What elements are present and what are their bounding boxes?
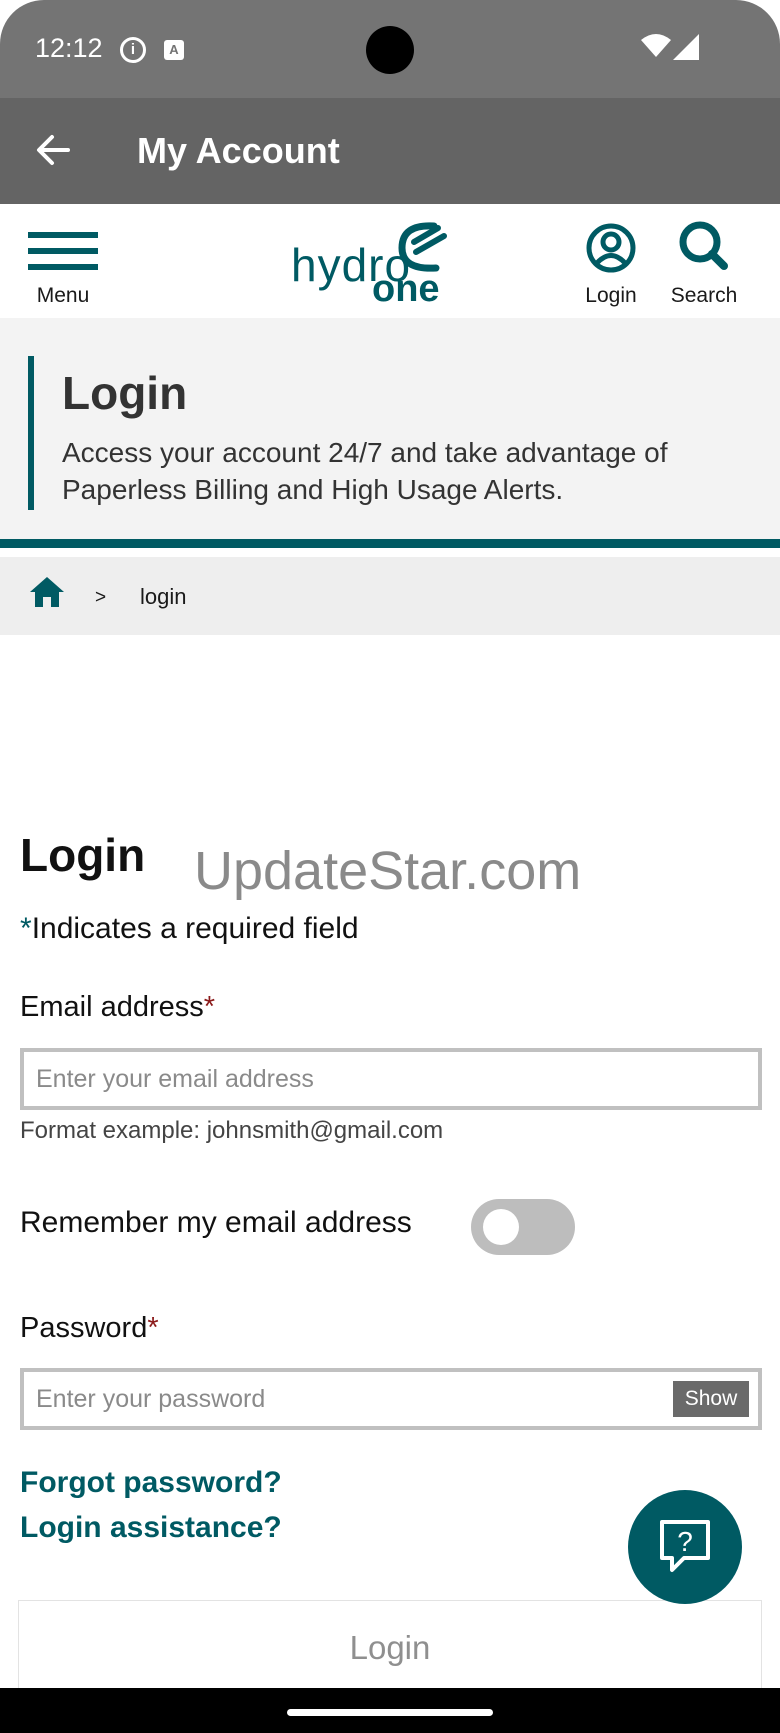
breadcrumb-current: login <box>140 584 187 609</box>
breadcrumb-separator: > <box>95 587 107 608</box>
email-required-asterisk: * <box>203 991 216 1023</box>
home-gesture-handle[interactable] <box>287 1709 493 1716</box>
breadcrumb: > login <box>0 557 780 635</box>
watermark: UpdateStar.com <box>194 841 582 901</box>
header-search-label: Search <box>670 284 738 307</box>
password-label: Password* <box>20 1312 159 1345</box>
logo-swoosh-icon <box>398 222 447 272</box>
signal-icon <box>673 34 699 60</box>
remember-email-toggle[interactable] <box>471 1199 575 1255</box>
email-label: Email address* <box>20 991 215 1024</box>
required-asterisk: * <box>20 912 32 945</box>
hero-description: Access your account 24/7 and take advant… <box>62 437 668 505</box>
header-login-label: Login <box>585 284 637 307</box>
password-input[interactable] <box>20 1368 762 1430</box>
required-note-text: Indicates a required field <box>31 912 359 945</box>
login-submit-button[interactable]: Login <box>18 1600 762 1700</box>
status-time: 12:12 <box>35 33 103 63</box>
back-arrow-icon[interactable] <box>34 132 70 168</box>
required-note: *Indicates a required field <box>20 912 359 946</box>
info-icon: i <box>120 37 146 63</box>
email-label-text: Email address <box>20 991 204 1023</box>
password-label-text: Password <box>20 1312 148 1344</box>
status-bar: 12:12 i A <box>0 0 780 98</box>
password-required-asterisk: * <box>147 1312 159 1344</box>
wifi-icon <box>641 34 671 57</box>
email-helper-text: Format example: johnsmith@gmail.com <box>20 1117 444 1144</box>
menu-button[interactable]: Menu <box>26 226 100 314</box>
header-search-button[interactable]: Search <box>664 218 744 312</box>
hero-accent-bar <box>28 356 34 510</box>
hamburger-icon-line <box>28 264 98 270</box>
chat-help-icon: ? <box>660 1520 710 1572</box>
site-header: Menu hydro one Login Search <box>0 204 780 318</box>
hamburger-icon <box>28 232 98 238</box>
toggle-knob <box>483 1209 519 1245</box>
chat-help-button[interactable]: ? <box>628 1490 742 1604</box>
system-nav-bar <box>0 1688 780 1733</box>
remember-email-label: Remember my email address <box>20 1206 412 1239</box>
login-assistance-link[interactable]: Login assistance? <box>20 1511 282 1545</box>
header-login-button[interactable]: Login <box>578 218 644 312</box>
chat-question-glyph: ? <box>677 1526 693 1557</box>
email-input[interactable] <box>20 1048 762 1110</box>
app-title: My Account <box>137 130 340 171</box>
show-password-button[interactable]: Show <box>673 1381 749 1417</box>
camera-cutout <box>366 26 414 74</box>
hero-title: Login <box>62 367 188 419</box>
form-title: Login <box>20 829 146 881</box>
hydro-one-logo[interactable]: hydro one <box>286 216 450 310</box>
hero-banner: Login Access your account 24/7 and take … <box>0 318 780 548</box>
keyboard-a-icon: A <box>164 40 184 60</box>
search-icon <box>679 221 728 270</box>
user-circle-icon <box>586 223 636 273</box>
app-bar: My Account <box>0 98 780 204</box>
home-icon[interactable] <box>28 575 66 609</box>
logo-text-one: one <box>372 268 440 310</box>
menu-label: Menu <box>36 284 90 307</box>
forgot-password-link[interactable]: Forgot password? <box>20 1466 282 1500</box>
hamburger-icon-line <box>28 248 98 254</box>
